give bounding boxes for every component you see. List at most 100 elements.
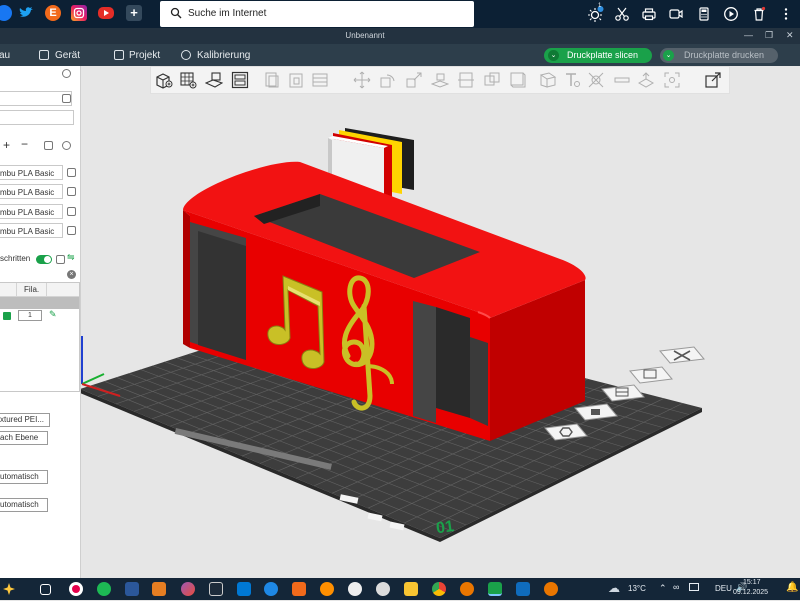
menu-item-device[interactable]: Gerät [55,50,80,61]
move-icon[interactable] [353,71,371,89]
plate-type-select[interactable] [0,110,74,125]
auto-orient-icon[interactable] [204,71,224,89]
sync-filament-icon[interactable] [44,141,53,150]
filament-slot-2[interactable]: mbu PLA Basic [0,184,63,199]
file-explorer-icon[interactable] [404,582,418,596]
plate-type-button[interactable]: xtured PEI... [0,413,50,427]
link-icon[interactable]: ∞ [673,582,679,592]
delete-all-icon[interactable] [311,71,329,89]
edit-filament-2-icon[interactable] [67,187,76,196]
app-icon-white[interactable] [348,582,362,596]
chevron-down-icon[interactable]: ⌄ [663,50,674,61]
filament-slot-3[interactable]: mbu PLA Basic [0,204,63,219]
visible-checkbox[interactable] [3,312,11,320]
youtube-icon[interactable] [98,7,114,19]
language-indicator[interactable]: DEU [715,584,732,593]
filament-slot-4[interactable]: mbu PLA Basic [0,223,63,238]
fit-view-icon[interactable] [663,71,681,89]
edit-printer-icon[interactable] [62,94,71,103]
add-plate-icon[interactable] [179,71,197,89]
play-icon[interactable] [723,6,739,22]
advanced-toggle[interactable] [36,255,52,264]
support-paint-icon[interactable] [509,71,527,89]
plate-auto-orient-button[interactable] [629,366,673,384]
emboss-icon[interactable] [613,71,631,89]
arrange-icon[interactable] [231,71,249,89]
clear-search-icon[interactable]: × [67,270,76,279]
e-icon[interactable]: E [45,5,61,21]
scissors-icon[interactable] [614,6,630,22]
blender-icon[interactable] [460,582,474,596]
app-icon-inkscape[interactable] [209,582,223,596]
rotate-icon[interactable] [379,71,397,89]
plate-close-button[interactable] [659,346,705,364]
scale-icon[interactable] [405,71,423,89]
filament-index-field[interactable]: 1 [18,310,42,321]
instagram-icon[interactable] [71,5,87,21]
paint-icon[interactable]: ✎ [49,309,57,320]
calculator-icon[interactable] [696,6,712,22]
auto-setting-button-1[interactable]: utomatisch [0,470,48,484]
spotify-icon[interactable] [97,582,111,596]
menu-item-project[interactable]: Projekt [129,50,160,61]
chevron-down-icon[interactable]: ⌄ [548,50,559,61]
chrome-icon[interactable] [432,582,446,596]
task-view-icon[interactable] [40,584,51,595]
settings-gear-icon[interactable] [62,69,71,78]
seam-position-button[interactable]: ach Ebene [0,431,48,445]
video-icon[interactable] [668,6,684,22]
weather-icon[interactable]: ☁ [608,581,620,595]
facebook-icon[interactable] [0,5,12,21]
mesh-repair-icon[interactable] [637,71,655,89]
folder-icon[interactable] [689,583,699,591]
app-icon-blue[interactable] [237,582,251,596]
blender-icon-2[interactable] [544,582,558,596]
word-icon[interactable] [125,582,139,596]
seam-paint-icon[interactable] [587,71,605,89]
app-icon-pen[interactable] [152,582,166,596]
cut-icon[interactable] [457,71,475,89]
print-plate-button[interactable]: ⌄ Druckplatte drucken [660,48,778,63]
paste-icon[interactable] [287,71,305,89]
app-icon-gear[interactable] [264,582,278,596]
app-icon-gradient[interactable] [181,582,195,596]
filter-icon[interactable]: ⇋ [67,252,75,263]
add-object-icon[interactable] [155,71,173,89]
filament-settings-icon[interactable] [62,141,71,150]
lay-on-face-icon[interactable] [430,71,450,89]
clock-time[interactable]: 15:17 [743,579,761,586]
text-icon[interactable] [563,71,581,89]
minimize-icon[interactable]: — [744,30,753,40]
chevron-up-icon[interactable]: ⌃ [659,583,667,594]
object-row-selected[interactable] [0,297,79,309]
search-bar[interactable]: Suche im Internet [160,1,474,27]
copilot-icon[interactable] [2,582,16,596]
notification-bell-icon[interactable]: 🔔 [786,582,798,593]
3d-viewport[interactable]: 01 [0,66,800,578]
auto-setting-button-2[interactable]: utomatisch [0,498,48,512]
edit-filament-3-icon[interactable] [67,207,76,216]
menu-item-calibration[interactable]: Kalibrierung [197,50,250,61]
boolean-icon[interactable] [483,71,501,89]
add-filament-button[interactable]: + [3,138,10,152]
printer-icon[interactable] [641,6,657,22]
filament-slot-1[interactable]: mbu PLA Basic [0,165,63,180]
edit-filament-1-icon[interactable] [67,168,76,177]
menu-item-view[interactable]: au [0,50,10,61]
list-view-icon[interactable] [56,255,65,264]
app-icon-f[interactable] [292,582,306,596]
close-icon[interactable]: ✕ [786,30,794,41]
copy-icon[interactable] [263,71,281,89]
trash-icon[interactable] [751,6,767,22]
slice-plate-button[interactable]: ⌄ Druckplatte slicen [544,48,652,63]
clock-date[interactable]: 09.12.2025 [733,589,768,596]
app-icon-drop[interactable] [376,582,390,596]
more-icon[interactable] [778,6,794,22]
assembly-view-icon[interactable] [704,71,722,89]
add-icon[interactable]: + [126,5,142,21]
object-row[interactable]: 1 ✎ [0,309,79,323]
twitter-icon[interactable] [18,5,34,21]
weather-bubble-icon[interactable]: 1 [588,3,604,22]
remove-filament-button[interactable]: − [21,137,28,151]
app-icon-opera[interactable] [69,582,83,596]
